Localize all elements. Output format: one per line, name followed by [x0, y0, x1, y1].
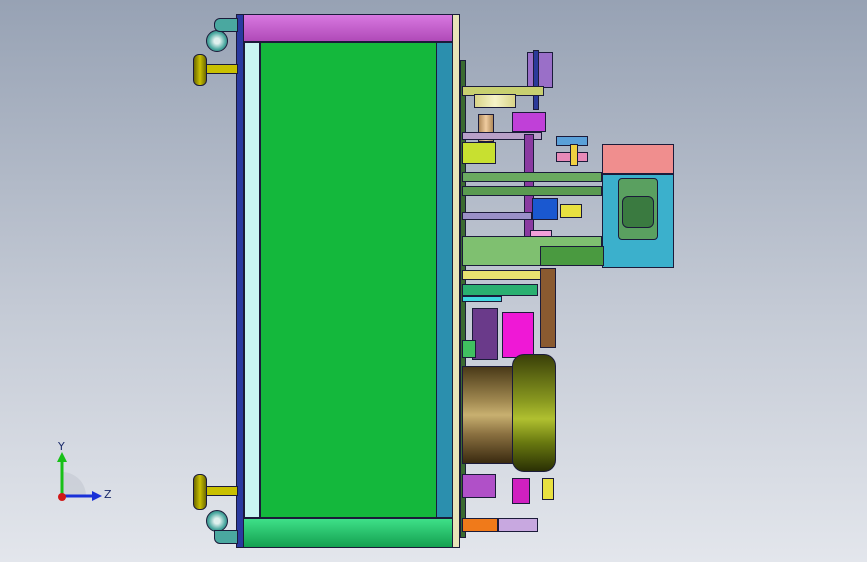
long-mount-arm-2[interactable] [462, 186, 602, 196]
coordinate-triad: Y Z [48, 438, 118, 508]
lavender-base-plate[interactable] [498, 518, 538, 532]
motor-drum-ring[interactable] [512, 354, 556, 472]
gripper-head[interactable] [532, 198, 558, 220]
lower-mount-arm-front[interactable] [540, 246, 604, 266]
lower-yellow-tab[interactable] [542, 478, 554, 500]
gearbox-flange[interactable] [622, 196, 654, 228]
leveling-foot-top[interactable] [193, 54, 207, 86]
lower-green-rail[interactable] [462, 284, 538, 296]
right-frame-post[interactable] [452, 14, 460, 548]
leveling-stem-top[interactable] [206, 64, 238, 74]
caster-arm-bottom[interactable] [214, 530, 238, 544]
upper-actuator-column[interactable] [527, 52, 553, 88]
orange-base-plate[interactable] [462, 518, 498, 532]
cyan-separator[interactable] [462, 296, 502, 302]
y-axis-arrowhead [57, 452, 67, 462]
lower-yellow-rail[interactable] [462, 270, 542, 280]
z-axis-label: Z [104, 488, 112, 501]
mount-arm-3[interactable] [462, 212, 532, 220]
main-green-panel[interactable] [260, 42, 438, 518]
brown-support-plate[interactable] [540, 268, 556, 348]
caster-arm-top[interactable] [214, 18, 238, 32]
side-panel-light[interactable] [244, 42, 260, 518]
caster-wheel-top[interactable] [206, 30, 228, 52]
magenta-feeder-block[interactable] [502, 312, 534, 358]
purple-carriage[interactable] [512, 112, 546, 132]
green-block-small[interactable] [462, 340, 476, 358]
gearbox-top-plate[interactable] [602, 144, 674, 174]
lower-purple-housing[interactable] [462, 474, 496, 498]
leveling-foot-bottom[interactable] [193, 474, 207, 510]
yellow-motor-small[interactable] [462, 142, 496, 164]
y-axis-label: Y [57, 440, 65, 453]
triad-quarter-disc [62, 472, 86, 496]
cam-roller[interactable] [474, 94, 516, 108]
caster-wheel-bottom[interactable] [206, 510, 228, 532]
lower-magenta-clamp[interactable] [512, 478, 530, 504]
bottom-frame-rail[interactable] [240, 518, 458, 548]
gripper-clamp[interactable] [560, 204, 582, 218]
cad-3d-viewport[interactable] [0, 0, 867, 562]
top-frame-rail[interactable] [240, 14, 458, 42]
upper-actuator-rod[interactable] [533, 50, 539, 110]
leveling-stem-bottom[interactable] [206, 486, 238, 496]
sensor-tab[interactable] [570, 144, 578, 166]
left-frame-post[interactable] [236, 14, 244, 548]
x-axis-point [58, 493, 66, 501]
long-mount-arm-1[interactable] [462, 172, 602, 182]
z-axis-arrowhead [92, 491, 102, 501]
